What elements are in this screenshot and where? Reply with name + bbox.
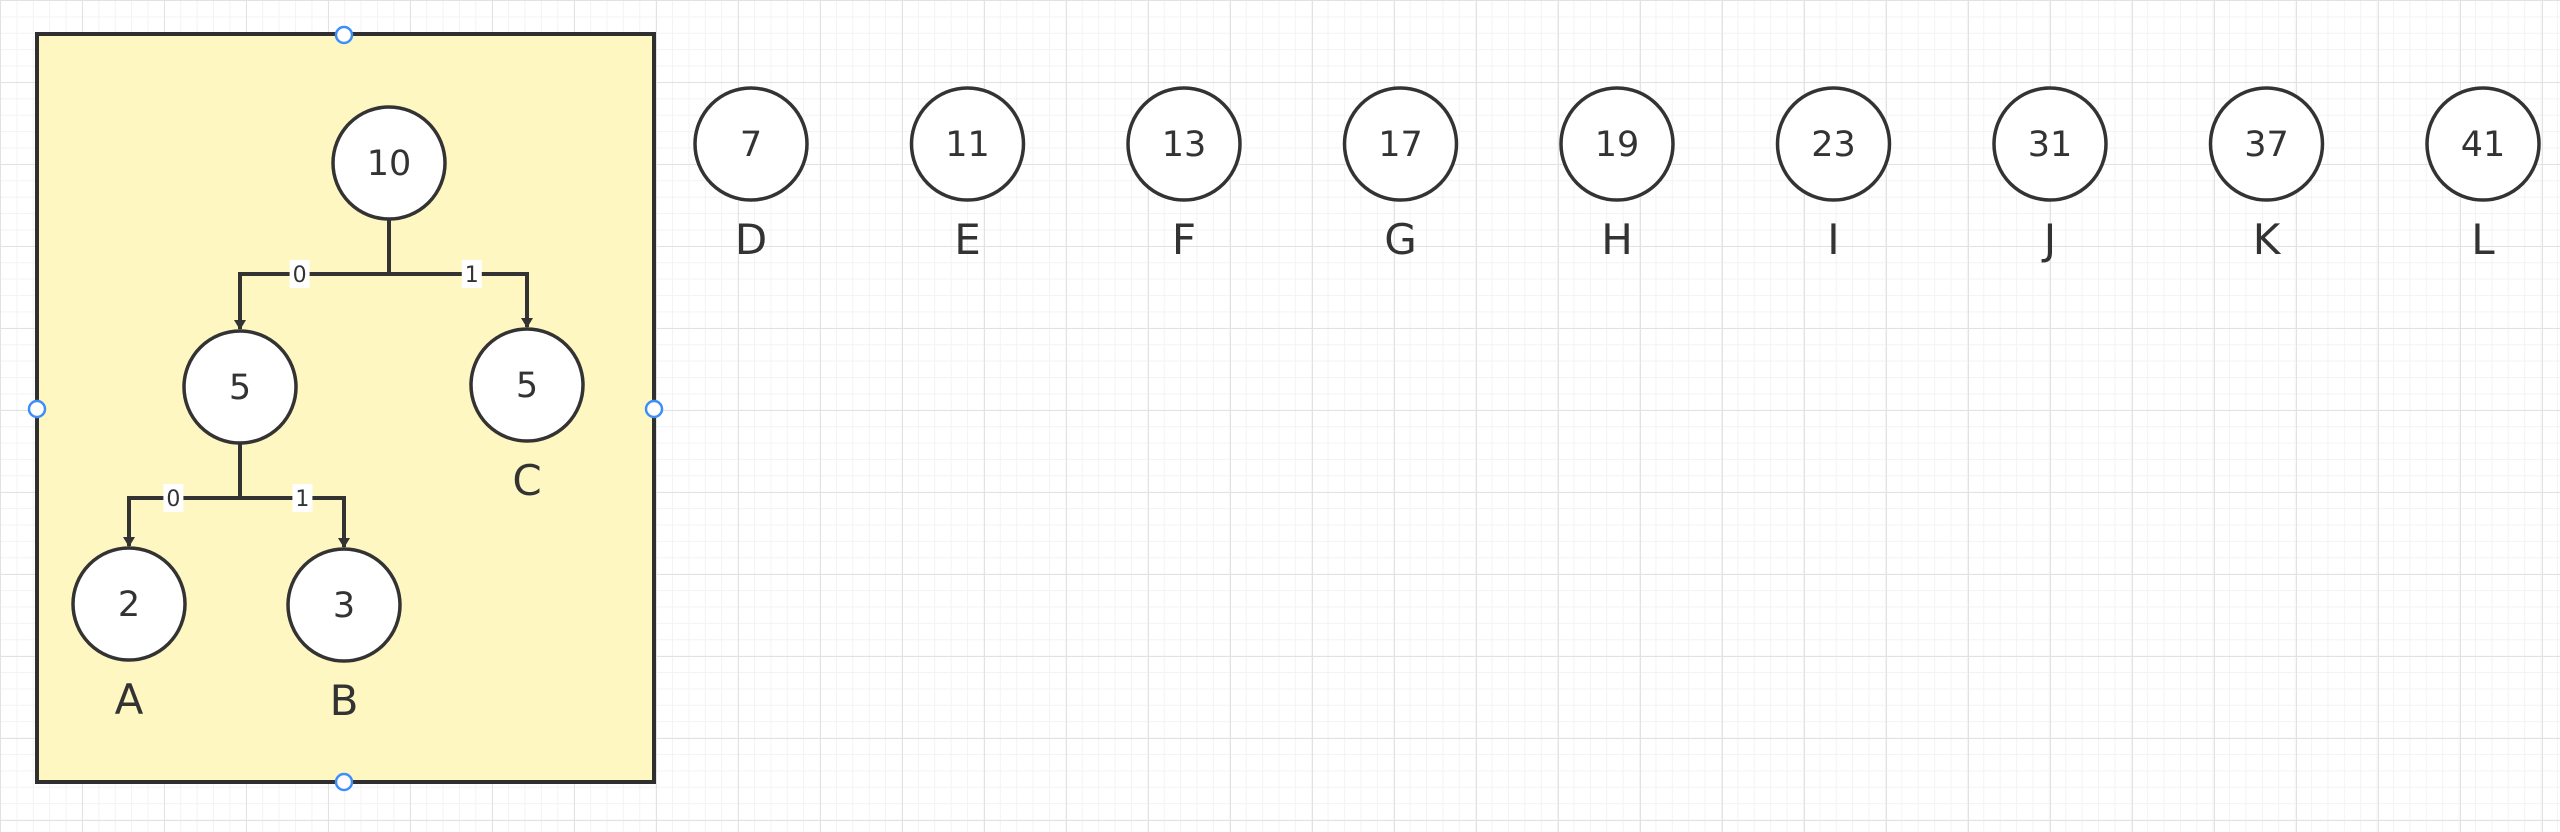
node-label: H <box>1601 215 1633 264</box>
resize-handle-top[interactable] <box>334 25 354 45</box>
node-value: 41 <box>2461 125 2506 165</box>
node-label: D <box>735 215 767 264</box>
tree-node[interactable]: 5 <box>182 329 298 445</box>
node-value: 17 <box>1378 125 1423 165</box>
node-label: B <box>330 676 359 725</box>
node-value: 19 <box>1595 125 1640 165</box>
node-label: A <box>115 675 144 724</box>
resize-handle-right[interactable] <box>644 399 664 419</box>
node-value: 5 <box>229 368 251 408</box>
loose-node[interactable]: 37 K <box>2208 86 2325 264</box>
node-value: 37 <box>2244 125 2289 165</box>
node-value: 13 <box>1162 125 1207 165</box>
loose-node[interactable]: 41 L <box>2425 86 2541 264</box>
loose-node[interactable]: 19 H <box>1559 86 1675 264</box>
edge-label: 1 <box>295 487 309 512</box>
node-label: C <box>512 456 541 505</box>
node-value: 7 <box>740 125 762 165</box>
resize-handle-left[interactable] <box>27 399 47 419</box>
loose-node[interactable]: 11 E <box>909 86 1026 264</box>
node-label: G <box>1384 215 1417 264</box>
resize-handle-bottom[interactable] <box>334 772 354 792</box>
node-value: 3 <box>333 586 355 626</box>
edge-label: 0 <box>166 487 180 512</box>
loose-node[interactable]: 31 J <box>1992 86 2108 264</box>
diagram-canvas[interactable]: 0 10 1 105 5C2A3B 7D11E13F17G19H23I31J37K41… <box>0 0 2560 832</box>
loose-nodes: 7D11E13F17G19H23I31J37K41L <box>693 86 2541 264</box>
loose-node[interactable]: 23 I <box>1775 86 1892 264</box>
loose-node[interactable]: 7D <box>693 86 809 264</box>
tree-node[interactable]: 10 <box>331 105 447 221</box>
node-label: E <box>954 215 981 264</box>
node-value: 10 <box>367 144 412 184</box>
loose-node[interactable]: 13 F <box>1126 86 1242 264</box>
node-label: F <box>1172 215 1196 264</box>
node-label: I <box>1827 215 1839 264</box>
node-value: 31 <box>2028 125 2073 165</box>
edge-label: 1 <box>465 263 479 288</box>
node-value: 5 <box>516 366 538 406</box>
edge-label: 0 <box>293 263 307 288</box>
node-label: K <box>2253 215 2282 264</box>
loose-node[interactable]: 17 G <box>1342 86 1459 264</box>
node-label: L <box>2471 215 2495 264</box>
node-value: 23 <box>1811 125 1856 165</box>
node-value: 11 <box>945 125 990 165</box>
node-value: 2 <box>118 585 140 625</box>
node-label: J <box>2041 215 2056 264</box>
